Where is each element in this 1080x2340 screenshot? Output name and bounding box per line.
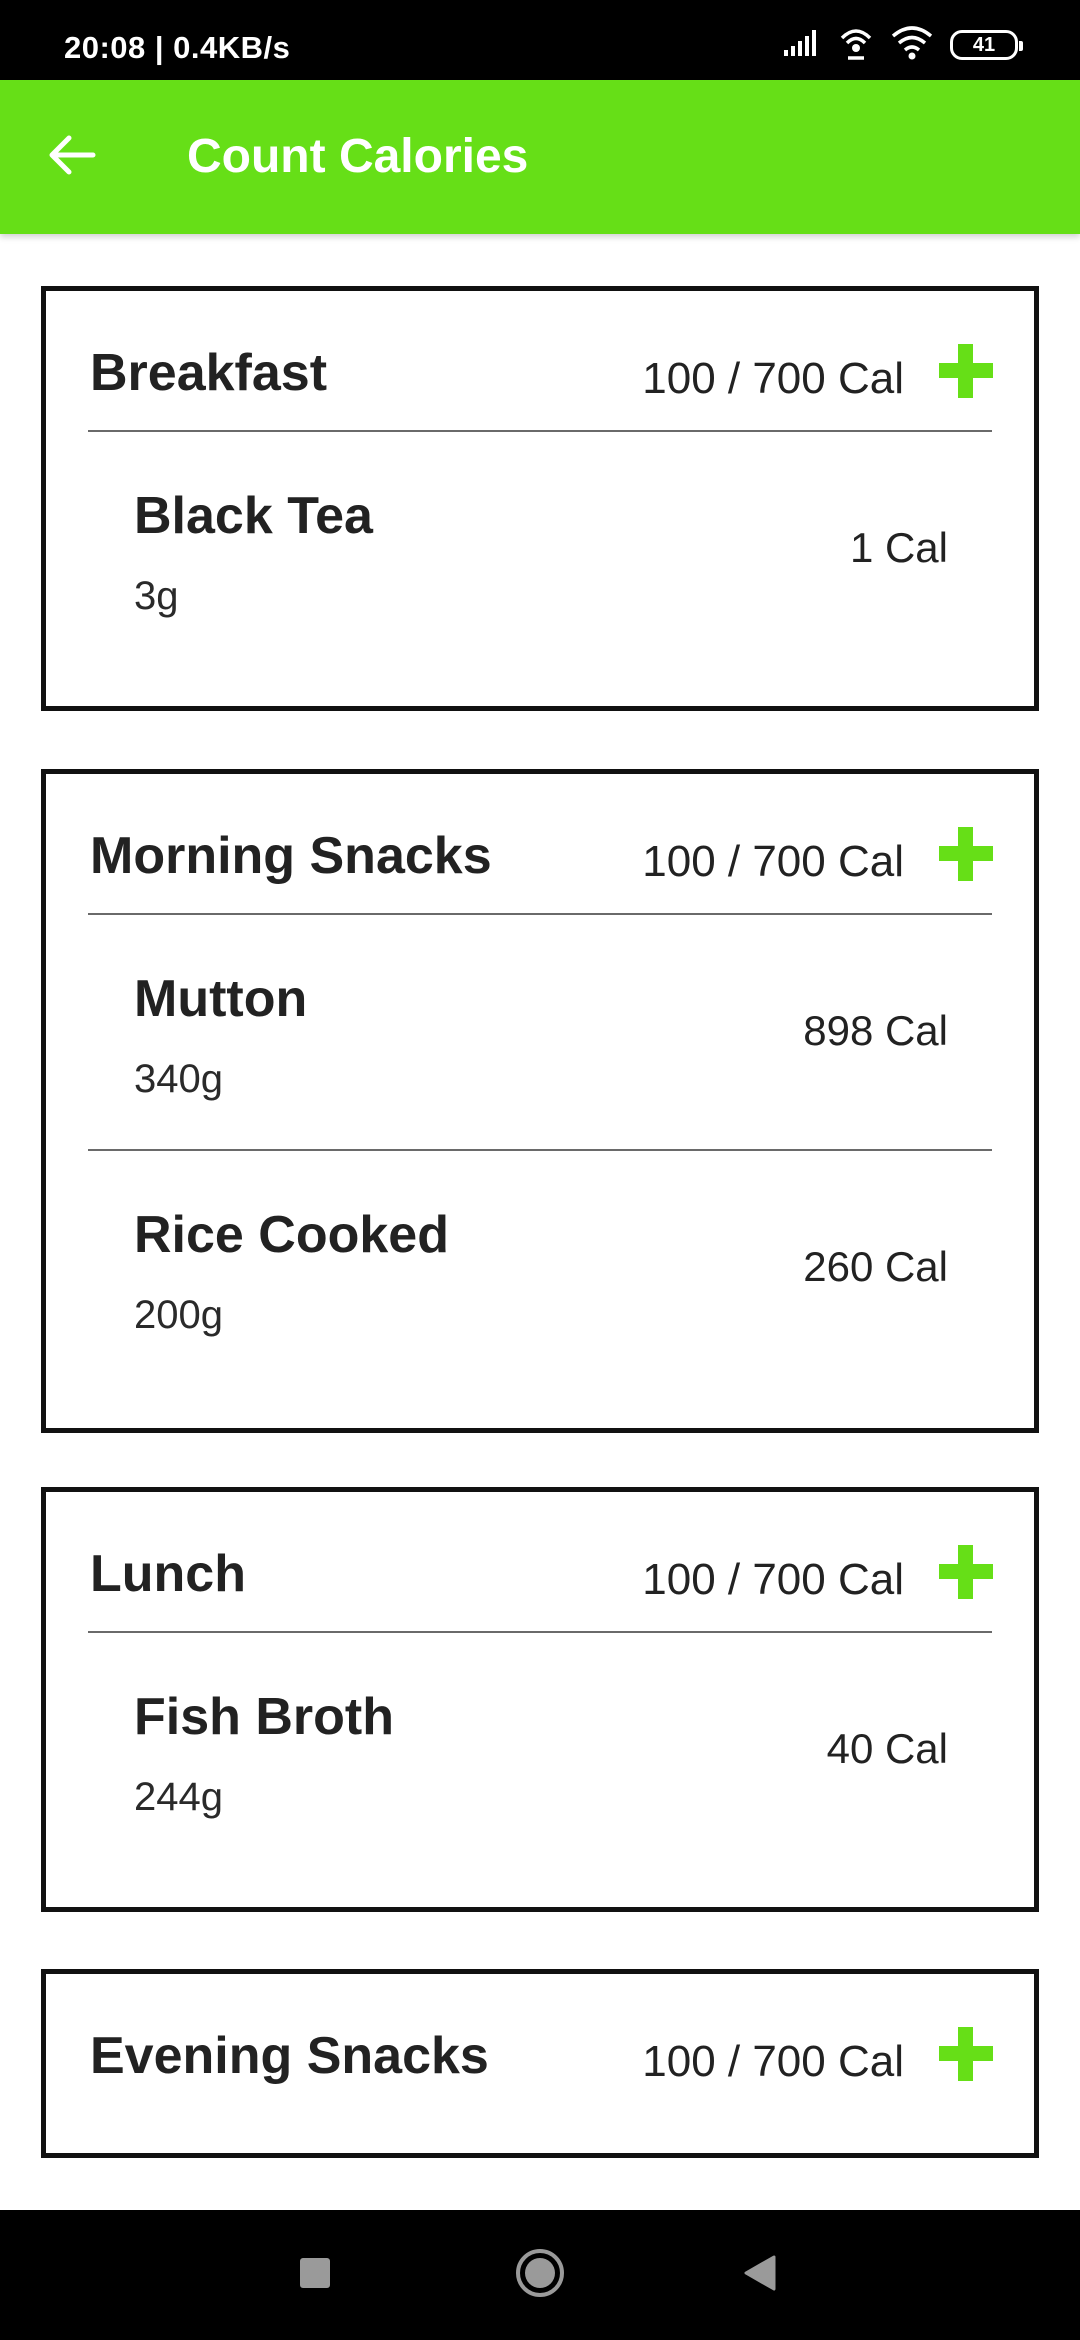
home-circle-icon	[514, 2247, 566, 2304]
food-item[interactable]: Mutton 340g 898 Cal	[88, 915, 992, 1151]
food-item[interactable]: Black Tea 3g 1 Cal	[88, 432, 992, 668]
wifi-icon	[890, 25, 934, 65]
plus-icon	[936, 1545, 996, 1606]
battery-icon: 41	[950, 30, 1023, 60]
home-button[interactable]	[505, 2240, 575, 2310]
recents-button[interactable]	[280, 2240, 350, 2310]
hotspot-icon	[838, 26, 874, 65]
food-name: Fish Broth	[134, 1688, 394, 1746]
meal-title: Lunch	[90, 1545, 246, 1603]
back-button[interactable]	[36, 121, 108, 193]
meal-card-morning-snacks: Morning Snacks 100 / 700 Cal Mutton 340g…	[41, 769, 1039, 1433]
meal-card-evening-snacks: Evening Snacks 100 / 700 Cal	[41, 1969, 1039, 2158]
arrow-left-icon	[47, 134, 97, 181]
back-triangle-icon	[740, 2253, 780, 2298]
add-food-button[interactable]	[936, 2024, 996, 2084]
add-food-button[interactable]	[936, 1542, 996, 1602]
add-food-button[interactable]	[936, 341, 996, 401]
signal-icon	[782, 28, 822, 63]
page-title: Count Calories	[187, 130, 529, 183]
meal-calories: 100 / 700 Cal	[642, 1555, 904, 1604]
plus-icon	[936, 2027, 996, 2088]
meal-title: Morning Snacks	[90, 827, 492, 885]
food-weight: 340g	[134, 1057, 223, 1101]
food-calories: 1 Cal	[849, 524, 948, 571]
status-bar: 20:08 | 0.4KB/s 41	[0, 0, 1080, 80]
food-calories: 260 Cal	[803, 1243, 948, 1290]
plus-icon	[936, 827, 996, 888]
food-item[interactable]: Rice Cooked 200g 260 Cal	[88, 1151, 992, 1387]
meal-header: Morning Snacks 100 / 700 Cal	[88, 774, 993, 915]
meal-card-lunch: Lunch 100 / 700 Cal Fish Broth 244g 40 C…	[41, 1487, 1039, 1912]
food-weight: 244g	[134, 1775, 223, 1819]
meal-calories: 100 / 700 Cal	[642, 837, 904, 886]
meal-calories: 100 / 700 Cal	[642, 2037, 904, 2086]
nav-back-button[interactable]	[725, 2240, 795, 2310]
status-icons: 41	[782, 25, 1023, 65]
food-weight: 3g	[134, 574, 179, 618]
meal-title: Evening Snacks	[90, 2027, 489, 2085]
plus-icon	[936, 344, 996, 405]
system-nav-bar	[0, 2210, 1080, 2340]
meal-calories: 100 / 700 Cal	[642, 354, 904, 403]
status-time: 20:08 | 0.4KB/s	[64, 30, 291, 65]
app-bar: Count Calories	[0, 80, 1080, 234]
battery-level: 41	[972, 33, 996, 56]
meal-title: Breakfast	[90, 344, 328, 402]
meal-card-breakfast: Breakfast 100 / 700 Cal Black Tea 3g 1 C…	[41, 286, 1039, 711]
meal-list[interactable]: Breakfast 100 / 700 Cal Black Tea 3g 1 C…	[0, 234, 1080, 2210]
recents-square-icon	[298, 2256, 332, 2295]
food-calories: 40 Cal	[826, 1725, 948, 1772]
food-name: Mutton	[134, 970, 308, 1028]
food-item[interactable]: Fish Broth 244g 40 Cal	[88, 1633, 992, 1869]
food-calories: 898 Cal	[803, 1007, 948, 1054]
meal-header: Evening Snacks 100 / 700 Cal	[88, 1974, 993, 2115]
food-name: Black Tea	[134, 487, 373, 545]
meal-header: Lunch 100 / 700 Cal	[88, 1492, 993, 1633]
food-name: Rice Cooked	[134, 1206, 449, 1264]
meal-header: Breakfast 100 / 700 Cal	[88, 291, 993, 432]
add-food-button[interactable]	[936, 824, 996, 884]
food-weight: 200g	[134, 1293, 223, 1337]
